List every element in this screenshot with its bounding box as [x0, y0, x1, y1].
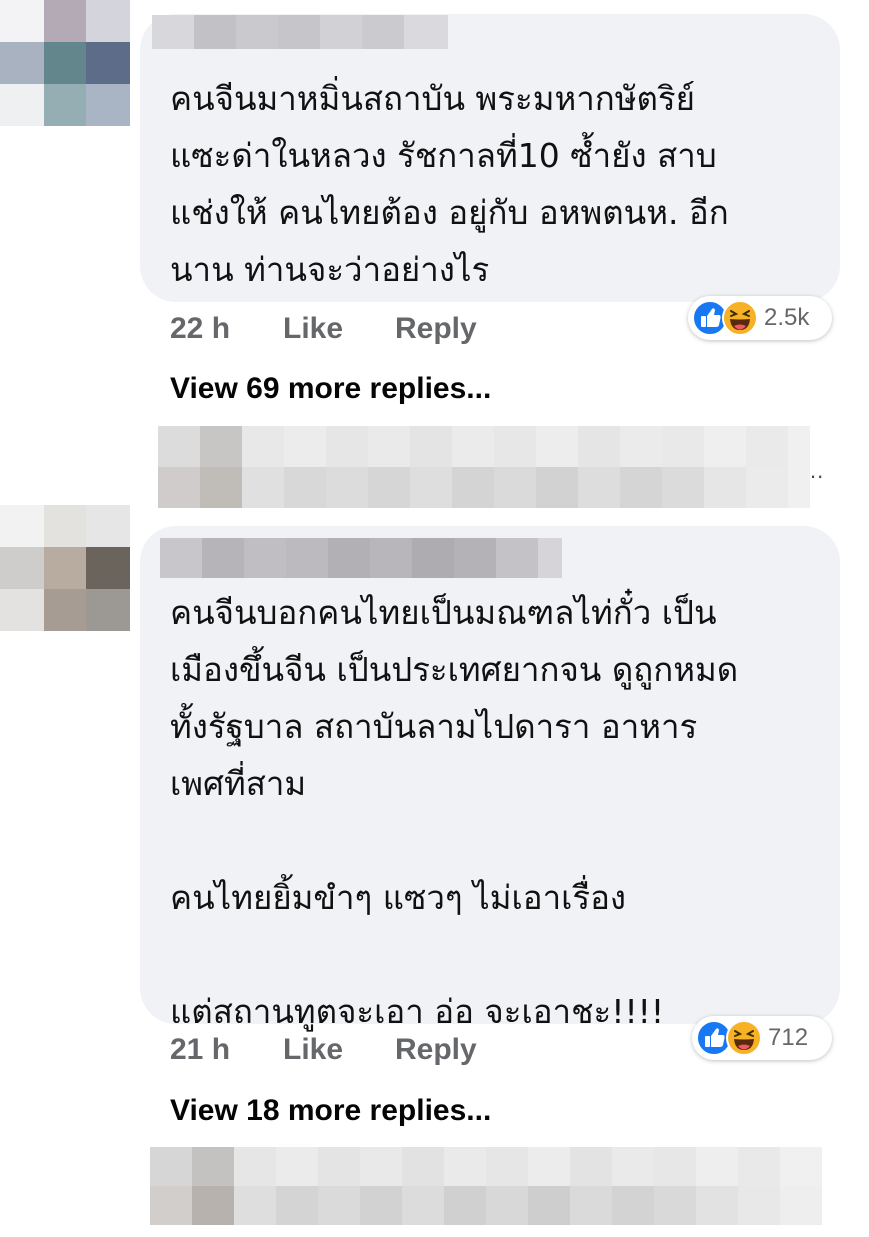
avatar[interactable] — [0, 0, 130, 126]
like-button[interactable]: Like — [283, 309, 343, 349]
comment-time[interactable]: 22 h — [170, 309, 230, 349]
comment-time[interactable]: 21 h — [170, 1030, 230, 1070]
reply-preview-ellipsis: .. — [810, 458, 825, 483]
view-more-replies[interactable]: View 18 more replies... — [170, 1091, 491, 1131]
reply-preview[interactable] — [158, 426, 810, 508]
haha-icon — [726, 1020, 762, 1056]
comment-text: คนจีนมาหมิ่นสถาบัน พระมหากษัตริย์ แซะด่า… — [170, 79, 729, 289]
reply-preview[interactable] — [150, 1147, 822, 1225]
author-name[interactable] — [160, 538, 562, 578]
haha-icon — [722, 300, 758, 336]
author-name[interactable] — [152, 15, 448, 49]
reaction-count: 2.5k — [764, 304, 810, 331]
avatar[interactable] — [0, 505, 130, 631]
view-more-replies[interactable]: View 69 more replies... — [170, 369, 491, 409]
reply-button[interactable]: Reply — [395, 1030, 477, 1070]
reaction-summary[interactable]: 2.5k — [688, 296, 832, 340]
comment-text: คนจีนบอกคนไทยเป็นมณฑลไท่กั๋ว เป็น เมืองข… — [170, 593, 739, 1031]
reaction-summary[interactable]: 712 — [692, 1016, 832, 1060]
reaction-count: 712 — [768, 1024, 809, 1051]
reply-button[interactable]: Reply — [395, 309, 477, 349]
like-button[interactable]: Like — [283, 1030, 343, 1070]
